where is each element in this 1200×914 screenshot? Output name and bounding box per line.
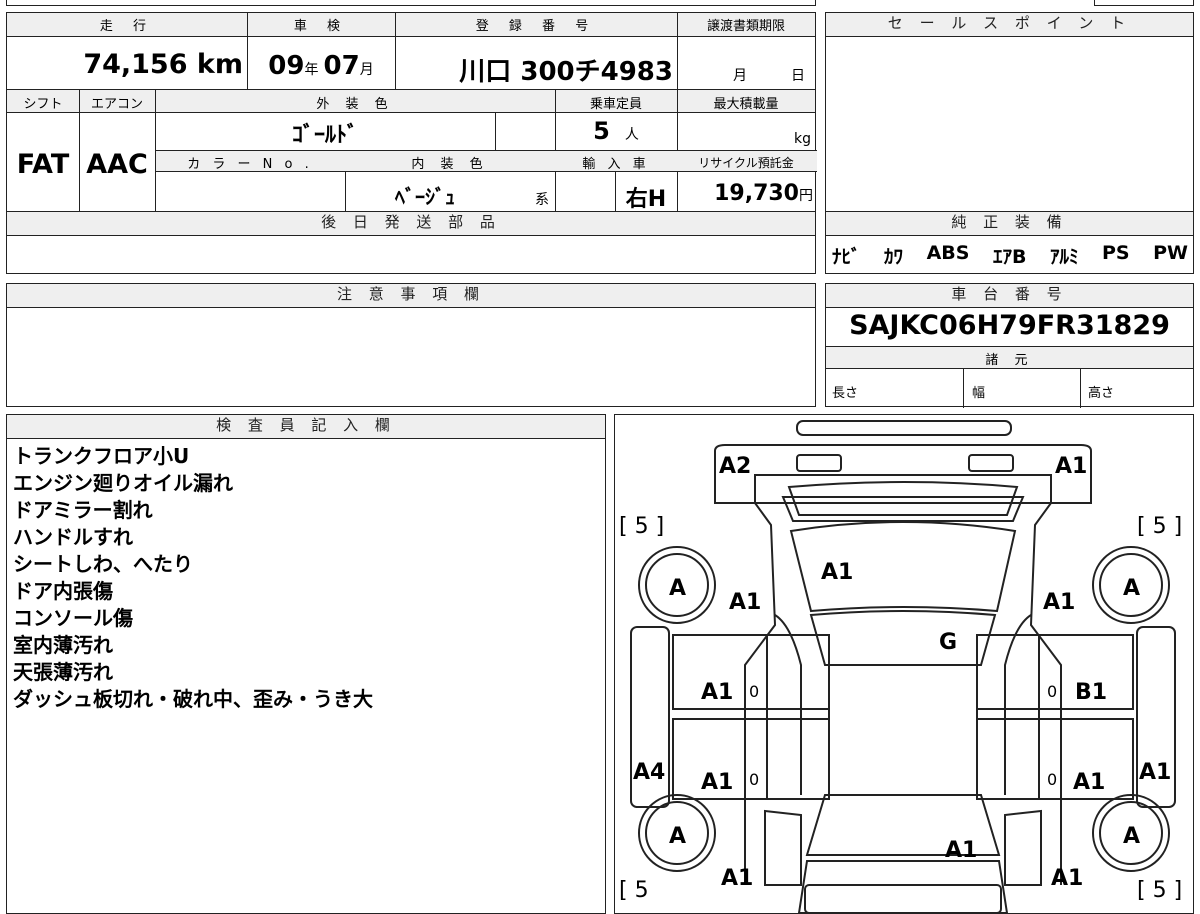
equip-item: ﾅﾋﾞ [832,246,861,268]
width-label: 幅 [972,386,986,401]
aircon-value: AAC [86,149,148,180]
exterior-color-label: 外 装 色 [316,97,394,112]
recycle-label: リサイクル預託金 [698,156,794,170]
shaken-label: 車 検 [293,19,349,34]
shift-label: シフト [23,97,63,112]
wheel-front-left: A [669,576,686,601]
damage-side-right: A1 [1139,760,1171,785]
mileage-label: 走 行 [99,19,155,34]
equip-item: ｱﾙﾐ [1049,246,1079,268]
inspector-note: ダッシュ板切れ・破れ中、歪み・うき大 [13,687,373,711]
interior-color-suffix: 系 [535,192,549,208]
chassis-number: SAJKC06H79FR31829 [849,310,1170,341]
inspector-note: 室内薄汚れ [13,633,113,657]
factory-equipment-section: 純 正 装 備 ﾅﾋﾞ ｶﾜ ABS ｴｱB ｱﾙﾐ PS PW [825,211,1194,274]
shaken-value: 09年 07月 [268,51,374,81]
damage-door-front-left: A1 [701,680,733,705]
damage-hood: A1 [821,560,853,585]
color-no-label: カ ラ ー N o . [187,157,313,172]
inspector-note: シートしわ、へたり [13,552,193,576]
inspector-note: トランクフロア小U [13,444,190,468]
damage-door-rear-left: A1 [701,770,733,795]
capacity-value: 5 人 [593,117,639,145]
transfer-month: 月 [733,68,747,84]
factory-equipment-label: 純 正 装 備 [826,212,1193,236]
capacity-label: 乗車定員 [589,97,642,112]
damage-door-rear-right: A1 [1073,770,1105,795]
damage-roof-rear: A1 [945,838,977,863]
damage-side-left: A4 [633,760,665,785]
handle-front-right: 0 [1047,682,1057,701]
interior-color-label: 内 装 色 [411,157,489,172]
tread-front-left: [ 5 ] [619,514,664,539]
inspector-note: ドアミラー割れ [13,498,153,522]
damage-fender-left: A1 [729,590,761,615]
wheel-front-right: A [1123,576,1140,601]
mileage-value: 74,156 km [83,49,243,80]
notes-label: 注 意 事 項 欄 [7,284,815,308]
specs-label: 諸 元 [985,353,1034,368]
equip-item: PS [1101,242,1130,264]
handle-rear-left: 0 [749,770,759,789]
inspector-note: 天張薄汚れ [13,660,113,684]
vehicle-info-table: 走 行 車 検 登 録 番 号 譲渡書類期限 74,156 km 09年 07月… [6,12,817,213]
top-strip-right [1094,0,1194,6]
tread-rear-left: [ 5 [619,878,649,903]
max-load-label: 最大積載量 [713,97,779,112]
damage-windshield: G [939,630,957,655]
inspector-notes-section: 検 査 員 記 入 欄 トランクフロア小U エンジン廻りオイル漏れ ドアミラー割… [6,414,606,914]
inspector-note: ハンドルすれ [13,525,133,549]
transfer-deadline-label: 譲渡書類期限 [706,19,785,34]
damage-door-front-right: B1 [1075,680,1107,705]
sales-points-label: セ ー ル ス ポ イ ン ト [826,13,1193,37]
import-value: 右H [625,187,667,212]
aircon-label: エアコン [90,97,143,112]
damage-front-left: A2 [719,454,751,479]
wheel-rear-right: A [1123,824,1140,849]
interior-color-value: ﾍﾞｰｼﾞｭ [395,185,455,209]
import-label: 輸 入 車 [582,157,650,172]
chassis-label: 車 台 番 号 [826,284,1193,308]
transfer-day: 日 [791,68,805,84]
shift-value: FAT [16,149,70,180]
damage-front-right: A1 [1055,454,1087,479]
tread-rear-right: [ 5 ] [1137,878,1182,903]
factory-equipment-list: ﾅﾋﾞ ｶﾜ ABS ｴｱB ｱﾙﾐ PS PW [832,242,1188,269]
equip-item: ABS [926,242,970,264]
chassis-section: 車 台 番 号 SAJKC06H79FR31829 諸 元 長さ 幅 高さ [825,283,1194,408]
inspector-note: ドア内張傷 [13,579,113,603]
notes-section: 注 意 事 項 欄 [6,283,816,407]
height-label: 高さ [1088,386,1115,401]
inspector-notes-label: 検 査 員 記 入 欄 [7,415,605,439]
exterior-color-value: ｺﾞｰﾙﾄﾞ [291,123,358,148]
damage-quarter-right: A1 [1051,866,1083,891]
handle-front-left: 0 [749,682,759,701]
damage-quarter-left: A1 [721,866,753,891]
top-strip [6,0,816,6]
inspector-notes-list: トランクフロア小U エンジン廻りオイル漏れ ドアミラー割れ ハンドルすれ シート… [13,443,373,713]
damage-diagram-section: A2 A1 [ 5 ] [ 5 ] [ 5 [ 5 ] A A A A A1 A… [614,414,1194,914]
tread-front-right: [ 5 ] [1137,514,1182,539]
later-parts-label: 後 日 発 送 部 品 [7,212,815,236]
inspector-note: エンジン廻りオイル漏れ [13,471,233,495]
handle-rear-right: 0 [1047,770,1057,789]
later-parts-section: 後 日 発 送 部 品 [6,211,816,274]
registration-label: 登 録 番 号 [475,19,597,34]
equip-item: ｶﾜ [884,246,904,268]
recycle-value: 19,730円 [714,181,813,206]
registration-number: 川口 300チ4983 [459,57,673,87]
wheel-rear-left: A [669,824,686,849]
length-label: 長さ [832,386,859,401]
max-load-unit: kg [794,131,811,147]
inspector-note: コンソール傷 [13,606,133,630]
sales-points-section: セ ー ル ス ポ イ ン ト [825,12,1194,212]
damage-fender-right: A1 [1043,590,1075,615]
equip-item: PW [1153,242,1188,264]
equip-item: ｴｱB [992,246,1027,268]
car-diagram: A2 A1 [ 5 ] [ 5 ] [ 5 [ 5 ] A A A A A1 A… [619,420,1182,913]
